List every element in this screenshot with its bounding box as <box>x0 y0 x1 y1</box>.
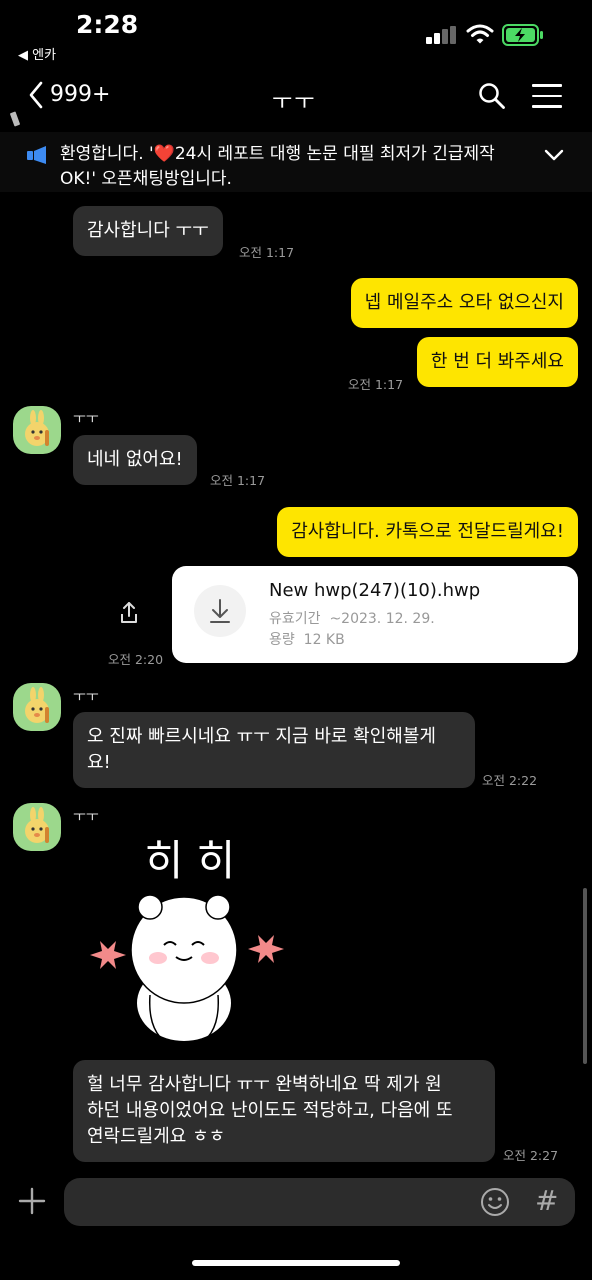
megaphone-icon <box>27 146 46 164</box>
avatar[interactable] <box>13 406 61 454</box>
search-icon[interactable] <box>478 82 506 110</box>
file-name: New hwp(247)(10).hwp <box>269 580 481 601</box>
file-size: 용량 12 KB <box>269 629 345 649</box>
message-time: 오전 1:17 <box>210 473 266 488</box>
message-line: 연락드릴게요 ㅎㅎ <box>87 1126 226 1147</box>
avatar[interactable] <box>13 683 61 731</box>
wifi-icon <box>466 24 494 44</box>
file-size-value: 12 KB <box>303 632 345 648</box>
battery-icon <box>502 24 543 46</box>
chevron-down-icon[interactable] <box>544 148 564 162</box>
home-indicator[interactable] <box>192 1260 400 1266</box>
emoji-icon[interactable] <box>480 1187 510 1217</box>
download-icon <box>210 599 230 623</box>
file-expiry: 유효기간 ~2023. 12. 29. <box>269 608 435 628</box>
message-bubble[interactable]: 오 진짜 빠르시네요 ㅠㅜ 지금 바로 확인해볼게 요! <box>73 712 475 788</box>
avatar[interactable] <box>13 803 61 851</box>
notice-text: 환영합니다. '❤️24시 레포트 대행 논문 대필 최저가 긴급제작 OK!'… <box>60 144 495 189</box>
my-message-bubble[interactable]: 넵 메일주소 오타 없으신지 <box>350 278 578 328</box>
message-time: 오전 2:27 <box>503 1148 559 1163</box>
profile-character-icon <box>25 807 49 843</box>
hashtag-button[interactable]: # <box>535 1184 558 1217</box>
signal-icon <box>426 26 458 44</box>
sticker-caption: 히 히 <box>145 836 236 885</box>
sender-name: ㅜㅜ <box>73 411 99 427</box>
message-time: 오전 2:20 <box>108 652 164 667</box>
plus-icon[interactable] <box>18 1187 46 1215</box>
bear-sticker[interactable]: 히 히 <box>80 825 300 1050</box>
message-bubble[interactable]: 헐 너무 감사합니다 ㅠㅜ 완벽하네요 딱 제가 원 하던 내용이었어요 난이도… <box>73 1060 495 1162</box>
back-to-app-link[interactable]: ◀ 엔카 <box>18 44 56 63</box>
back-icon[interactable] <box>26 80 48 110</box>
profile-character-icon <box>25 410 49 446</box>
profile-character-icon <box>25 687 49 723</box>
message-time: 오전 1:17 <box>239 245 295 260</box>
status-time: 2:28 <box>76 10 139 39</box>
file-expiry-value: ~2023. 12. 29. <box>329 611 435 627</box>
file-expiry-label: 유효기간 <box>269 611 321 627</box>
message-time: 오전 1:17 <box>348 377 404 392</box>
share-icon[interactable] <box>118 601 140 625</box>
message-line: 오 진짜 빠르시네요 ㅠㅜ 지금 바로 확인해볼게 <box>87 726 436 747</box>
scrollbar[interactable] <box>583 888 587 1064</box>
message-bubble[interactable]: 감사합니다 ㅜㅜ <box>73 206 223 256</box>
my-message-bubble[interactable]: 한 번 더 봐주세요 <box>416 337 578 387</box>
file-size-label: 용량 <box>269 632 295 648</box>
sender-name: ㅜㅜ <box>73 689 99 705</box>
message-line: 헐 너무 감사합니다 ㅠㅜ 완벽하네요 딱 제가 원 <box>87 1074 442 1095</box>
unread-count[interactable]: 999+ <box>50 82 110 107</box>
chat-title: ㅜㅜ <box>272 90 317 115</box>
sender-name: ㅜㅜ <box>73 809 99 825</box>
scroll-marker <box>9 111 21 127</box>
message-time: 오전 2:22 <box>482 773 538 788</box>
message-line: 하던 내용이었어요 난이도도 적당하고, 다음에 또 <box>87 1100 453 1121</box>
message-bubble[interactable]: 네네 없어요! <box>73 435 197 485</box>
my-message-bubble[interactable]: 감사합니다. 카톡으로 전달드릴게요! <box>277 507 578 557</box>
menu-icon[interactable] <box>532 84 562 108</box>
message-line: 요! <box>87 752 111 773</box>
download-button[interactable] <box>194 585 246 637</box>
